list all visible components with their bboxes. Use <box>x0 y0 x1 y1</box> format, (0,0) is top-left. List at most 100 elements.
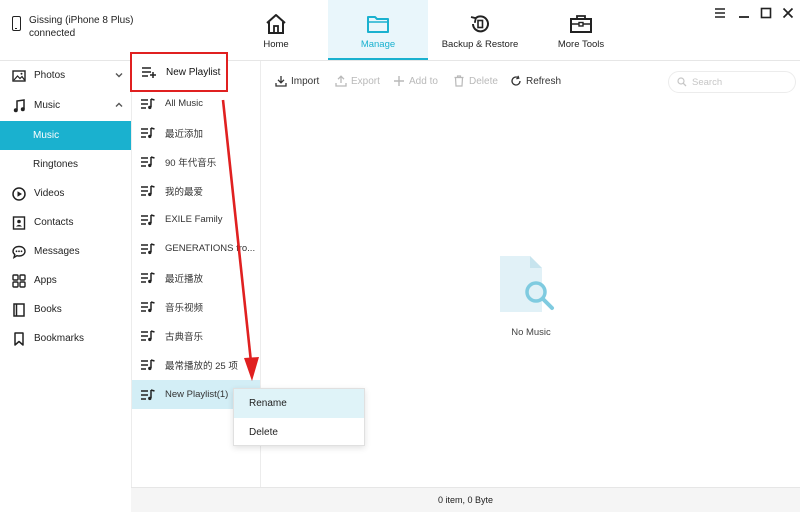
playlist-icon <box>141 184 155 196</box>
playlist-item[interactable]: All Music <box>132 89 260 118</box>
sidebar-item-label: Apps <box>34 275 57 286</box>
menu-icon[interactable] <box>713 6 727 20</box>
playlist-name: 我的最爱 <box>165 186 204 198</box>
sidebar-item-music[interactable]: Music <box>0 121 131 150</box>
playlist-icon <box>141 271 155 283</box>
playlist-icon <box>141 97 155 109</box>
new-playlist-button[interactable]: New Playlist <box>130 52 228 92</box>
delete-button[interactable]: Delete <box>453 75 498 87</box>
delete-menu-item[interactable]: Delete <box>234 418 364 447</box>
sidebar-item-label: Photos <box>34 70 66 81</box>
sidebar-item-label: Books <box>34 304 62 315</box>
playlist-name: 最近添加 <box>165 128 204 140</box>
playlist-name: 音乐视频 <box>165 302 204 314</box>
playlist-icon <box>141 126 155 138</box>
sidebar-item-photos[interactable]: Photos <box>0 61 131 90</box>
no-file-search-icon <box>500 256 554 312</box>
playlist-item[interactable]: 我的最爱 <box>132 176 260 205</box>
playlist-name: EXILE Family <box>165 214 223 225</box>
sidebar-item-label: Music <box>34 100 61 111</box>
import-button[interactable]: Import <box>275 75 319 87</box>
new-playlist-label: New Playlist <box>166 66 221 78</box>
export-icon <box>335 75 347 87</box>
playlist-name: 最常播放的 25 项 <box>165 360 238 372</box>
status-text: 0 item, 0 Byte <box>437 495 494 505</box>
sidebar-item-music-group[interactable]: Music <box>0 91 131 120</box>
sidebar-item-bookmarks[interactable]: Bookmarks <box>0 324 131 353</box>
playlist-icon <box>141 155 155 167</box>
top-bar: Gissing (iPhone 8 Plus) connected Home M… <box>0 0 800 61</box>
playlist-item[interactable]: 古典音乐 <box>132 321 260 350</box>
status-bar: 0 item, 0 Byte <box>131 487 800 512</box>
book-icon <box>12 302 26 317</box>
search-box[interactable] <box>668 71 796 93</box>
playlist-item[interactable]: 90 年代音乐 <box>132 147 260 176</box>
playlist-item[interactable]: GENERATIONS fro... <box>132 234 260 263</box>
play-circle-icon <box>12 186 26 201</box>
chevron-down-icon <box>115 73 123 78</box>
refresh-button[interactable]: Refresh <box>510 75 561 87</box>
search-icon <box>677 77 687 87</box>
add-to-button[interactable]: Add to <box>393 75 438 87</box>
rename-menu-item[interactable]: Rename <box>234 389 364 418</box>
bookmark-icon <box>12 331 26 346</box>
image-icon <box>12 69 26 83</box>
playlist-name: GENERATIONS fro... <box>165 243 256 254</box>
sidebar-item-label: Messages <box>34 246 80 257</box>
tab-backup-label: Backup & Restore <box>441 39 519 50</box>
device-name: Gissing (iPhone 8 Plus) <box>29 15 134 26</box>
trash-icon <box>454 75 464 87</box>
playlist-icon <box>141 300 155 312</box>
sidebar-item-videos[interactable]: Videos <box>0 179 131 208</box>
sidebar-item-messages[interactable]: Messages <box>0 237 131 266</box>
tab-home[interactable]: Home <box>226 0 326 60</box>
playlist-icon <box>141 242 155 254</box>
export-label: Export <box>351 75 380 87</box>
minimize-icon[interactable] <box>737 6 751 20</box>
sidebar-item-label: Contacts <box>34 217 74 228</box>
music-note-icon <box>12 98 26 113</box>
sidebar: Photos Music Music Ringtones Videos Cont… <box>0 61 131 512</box>
playlist-item[interactable]: 最近播放 <box>132 263 260 292</box>
toolbar: Import Export Add to Delete Refresh <box>262 61 800 101</box>
sidebar-item-books[interactable]: Books <box>0 295 131 324</box>
import-label: Import <box>291 75 320 87</box>
search-input[interactable] <box>692 76 787 88</box>
sidebar-item-contacts[interactable]: Contacts <box>0 208 131 237</box>
refresh-icon <box>511 75 521 86</box>
playlist-name: 最近播放 <box>165 273 204 285</box>
playlist-name: All Music <box>165 98 204 109</box>
playlist-icon <box>141 213 155 225</box>
tab-home-label: Home <box>263 39 289 50</box>
backup-restore-icon <box>470 15 489 33</box>
playlist-name: 90 年代音乐 <box>165 157 217 169</box>
maximize-icon[interactable] <box>759 6 773 20</box>
playlist-item[interactable]: 最常播放的 25 项 <box>132 350 260 379</box>
phone-icon <box>12 16 21 31</box>
playlist-item[interactable]: 音乐视频 <box>132 292 260 321</box>
close-icon[interactable] <box>781 6 795 20</box>
delete-label: Delete <box>469 75 498 87</box>
sidebar-item-apps[interactable]: Apps <box>0 266 131 295</box>
playlist-icon <box>141 358 155 370</box>
chat-bubble-icon <box>12 245 26 259</box>
context-menu: Rename Delete <box>233 388 365 446</box>
playlist-name: New Playlist(1) <box>165 389 229 400</box>
playlist-item[interactable]: 最近添加 <box>132 118 260 147</box>
tab-more-tools[interactable]: More Tools <box>531 0 631 60</box>
chevron-up-icon <box>115 102 123 107</box>
import-icon <box>275 76 287 87</box>
toolbox-icon <box>570 15 592 33</box>
add-playlist-icon <box>142 67 156 78</box>
sidebar-item-ringtones[interactable]: Ringtones <box>0 150 131 179</box>
tab-manage[interactable]: Manage <box>328 0 428 60</box>
sidebar-item-label: Bookmarks <box>34 333 85 344</box>
tab-backup-restore[interactable]: Backup & Restore <box>430 0 530 60</box>
device-info[interactable]: Gissing (iPhone 8 Plus) connected <box>12 14 134 40</box>
folder-icon <box>367 16 389 33</box>
contact-card-icon <box>12 215 26 230</box>
tab-manage-label: Manage <box>360 39 396 50</box>
add-to-label: Add to <box>409 75 438 87</box>
export-button[interactable]: Export <box>335 75 380 87</box>
playlist-item[interactable]: EXILE Family <box>132 205 260 234</box>
